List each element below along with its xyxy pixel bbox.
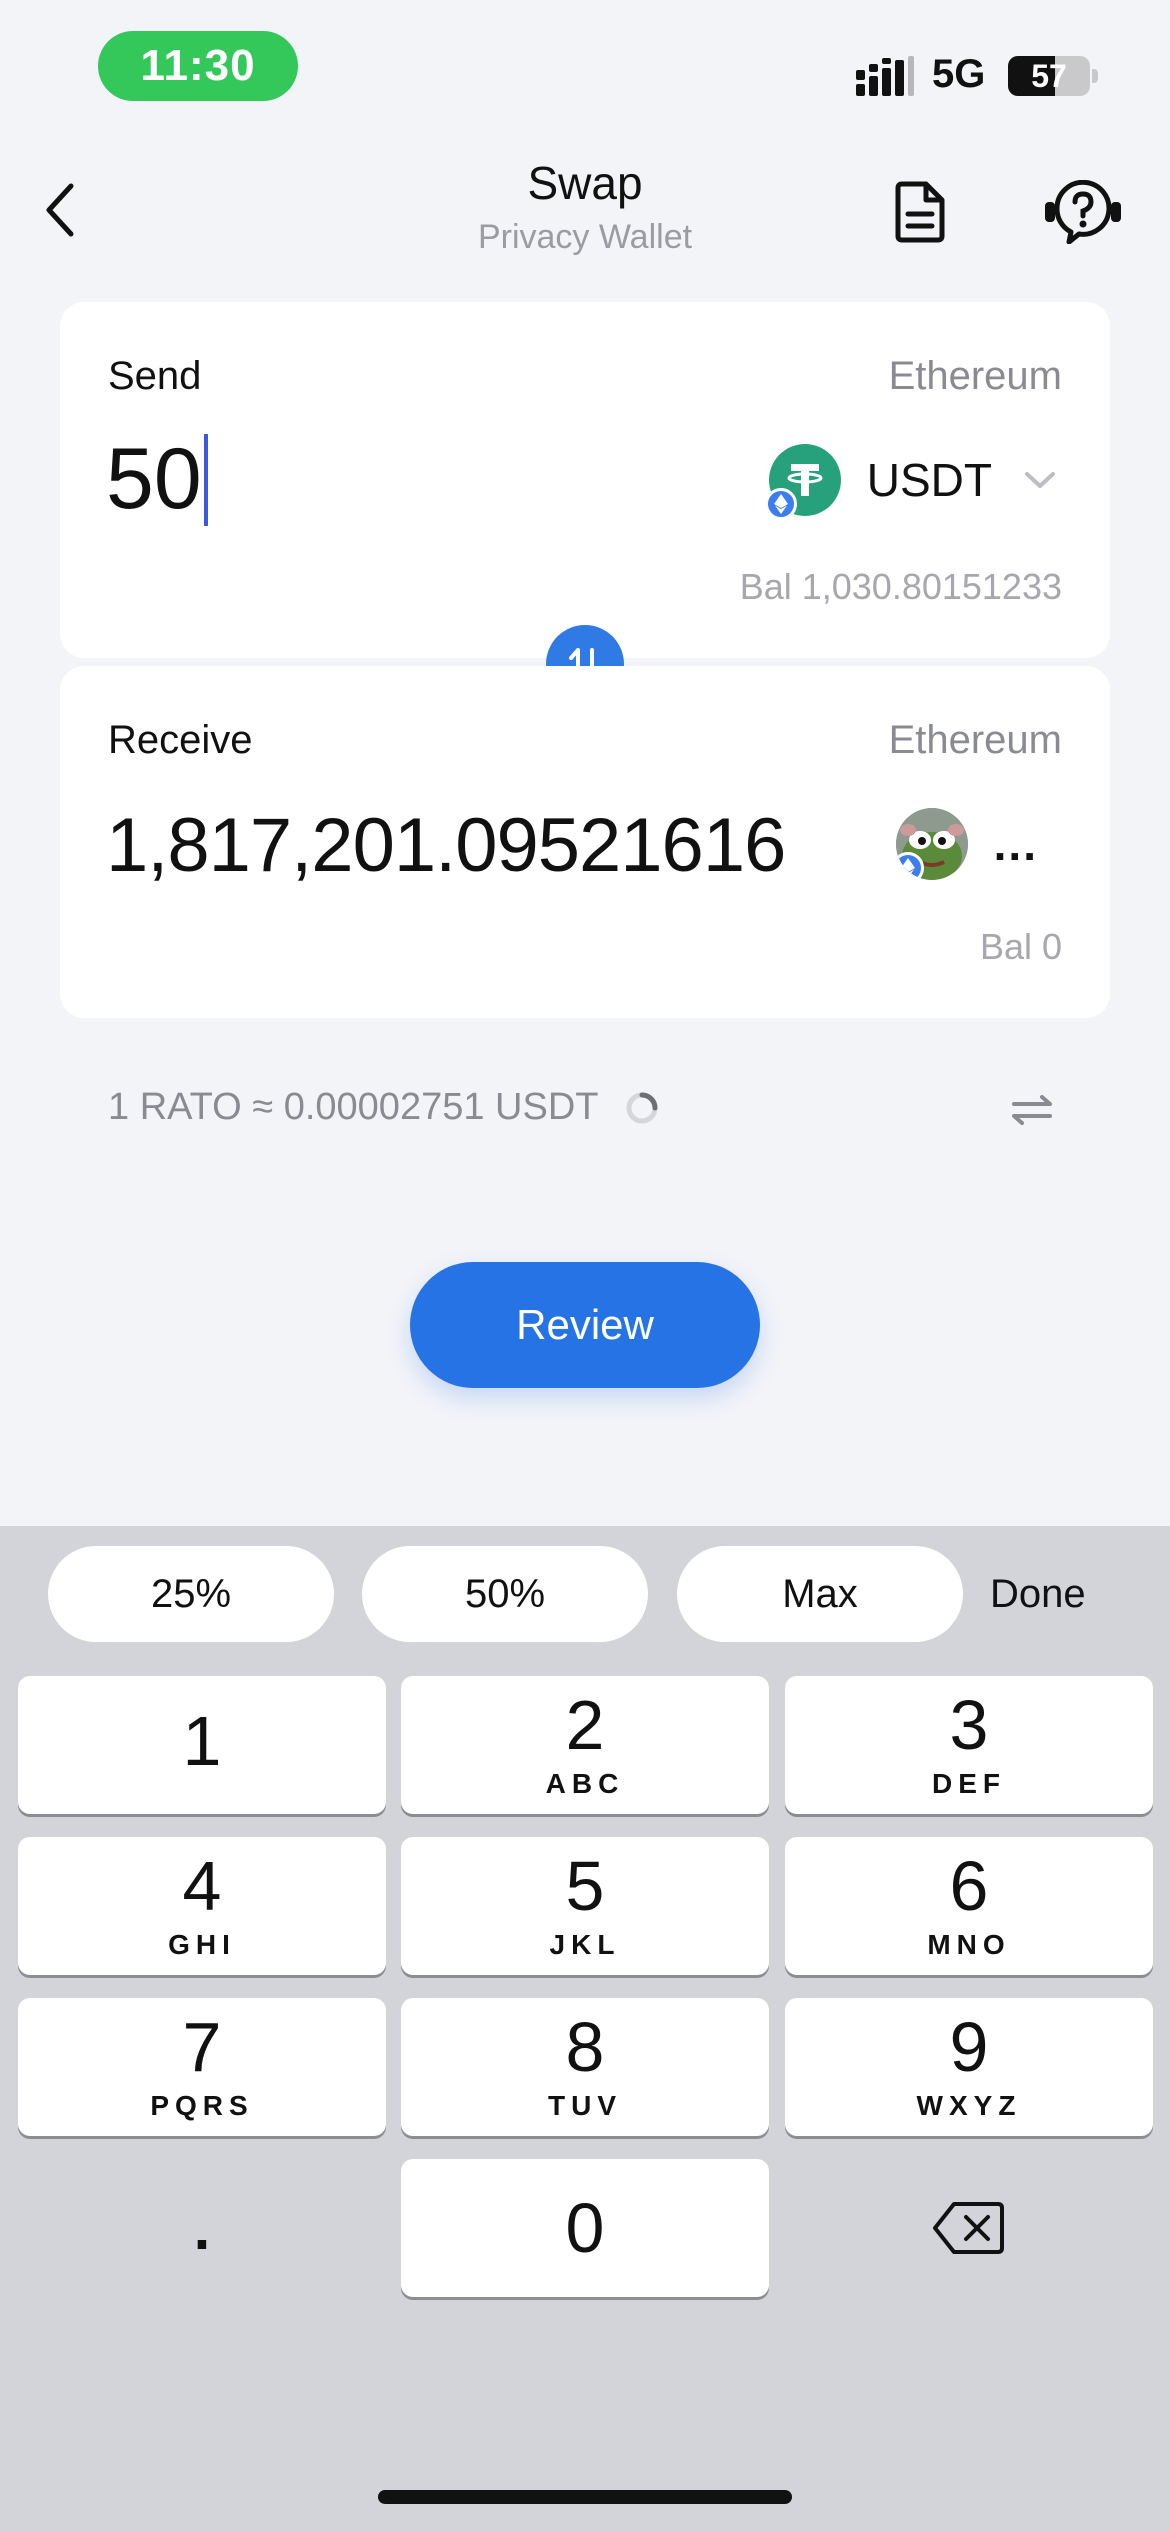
key-letters: PQRS [150,2090,254,2121]
max-button[interactable]: Max [677,1546,963,1642]
decimal-point: . [193,2194,211,2262]
key-letters: TUV [548,2090,622,2121]
status-bar: 11:30 5G 57 [0,0,1170,140]
ethereum-badge-icon [764,488,797,520]
receive-balance: Bal 0 [979,926,1062,967]
key-letters: GHI [168,1929,236,1960]
key-7[interactable]: 7 PQRS [18,1998,386,2136]
key-digit: 3 [949,1686,989,1764]
exchange-rate-row: 1 RATO ≈ 0.00002751 USDT [108,1086,660,1129]
page-title: Swap [527,157,643,209]
document-icon [895,181,945,243]
done-button[interactable]: Done [990,1546,1086,1642]
history-button[interactable] [880,172,960,252]
battery-nub [1092,69,1098,83]
key-9[interactable]: 9 WXYZ [785,1998,1153,2136]
help-button[interactable] [1038,172,1128,252]
cellular-signal-icon [856,56,914,96]
key-digit: 5 [565,1847,605,1925]
key-letters: WXYZ [916,2090,1022,2121]
battery-icon: 57 [1008,56,1090,96]
key-4[interactable]: 4 GHI [18,1837,386,1975]
key-3[interactable]: 3 DEF [785,1676,1153,1814]
key-5[interactable]: 5 JKL [401,1837,769,1975]
key-digit: 7 [182,2008,222,2086]
key-digit: 9 [949,2008,989,2086]
send-card: Send Ethereum 50 USDT Bal 1,030.80151233 [60,302,1110,658]
send-network: Ethereum [888,354,1062,398]
key-digit: 2 [565,1686,605,1764]
key-digit: 4 [182,1847,222,1925]
key-1[interactable]: 1 [18,1676,386,1814]
key-letters: ABC [545,1768,625,1799]
send-token-symbol: USDT [866,454,992,506]
nav-header: Swap Privacy Wallet [0,140,1170,290]
loading-spinner-icon [626,1092,658,1123]
key-digit: 6 [949,1847,989,1925]
percent-50-button[interactable]: 50% [362,1546,648,1642]
receive-card: Receive Ethereum 1,817,201.09521616 ... … [60,666,1110,1018]
send-token-selector[interactable]: USDT [764,444,1058,520]
key-digit: 0 [565,2189,605,2267]
review-button[interactable]: Review [410,1262,760,1388]
pepe-token-icon [895,808,968,880]
receive-amount: 1,817,201.09521616 [106,803,786,888]
numeric-keyboard: 25% 50% Max Done 1 2 ABC 3 DEF 4 GHI 5 J… [0,1526,1170,2532]
receive-token-selector[interactable]: ... [895,808,1038,880]
status-time: 11:30 [98,31,298,101]
help-chat-icon [1045,180,1121,244]
receive-token-symbol: ... [993,818,1038,870]
home-indicator[interactable] [378,2490,792,2504]
key-decimal[interactable]: . [18,2159,386,2297]
wallet-name: Privacy Wallet [477,218,693,256]
send-label: Send [108,354,202,398]
key-0[interactable]: 0 [401,2159,769,2297]
ethereum-badge-icon [895,852,924,880]
title-block: Swap Privacy Wallet [385,156,785,257]
back-button[interactable] [30,170,90,250]
key-digit: 8 [565,2008,605,2086]
battery-percent: 57 [1031,57,1067,94]
send-amount-value: 50 [106,431,202,527]
exchange-rate-text: 1 RATO ≈ 0.00002751 USDT [108,1086,599,1128]
invert-rate-button[interactable] [1006,1090,1058,1130]
chevron-down-icon [1022,462,1058,498]
key-letters: MNO [927,1929,1011,1960]
key-digit: 1 [182,1702,222,1780]
keyboard-accessory-bar: 25% 50% Max Done [0,1526,1170,1660]
swap-horizontal-icon [1012,1095,1052,1125]
chevron-left-icon [46,183,74,237]
percent-25-button[interactable]: 25% [48,1546,334,1642]
text-caret [203,433,208,526]
send-amount-input[interactable]: 50 [106,430,208,529]
key-letters: DEF [932,1768,1006,1799]
receive-label: Receive [108,718,253,762]
key-8[interactable]: 8 TUV [401,1998,769,2136]
backspace-icon [933,2202,1004,2254]
usdt-icon [764,444,841,520]
receive-network: Ethereum [888,718,1062,762]
key-letters: JKL [549,1929,621,1960]
delete-key[interactable] [785,2159,1153,2297]
key-6[interactable]: 6 MNO [785,1837,1153,1975]
network-type: 5G [932,52,986,96]
send-balance: Bal 1,030.80151233 [739,566,1062,607]
key-2[interactable]: 2 ABC [401,1676,769,1814]
